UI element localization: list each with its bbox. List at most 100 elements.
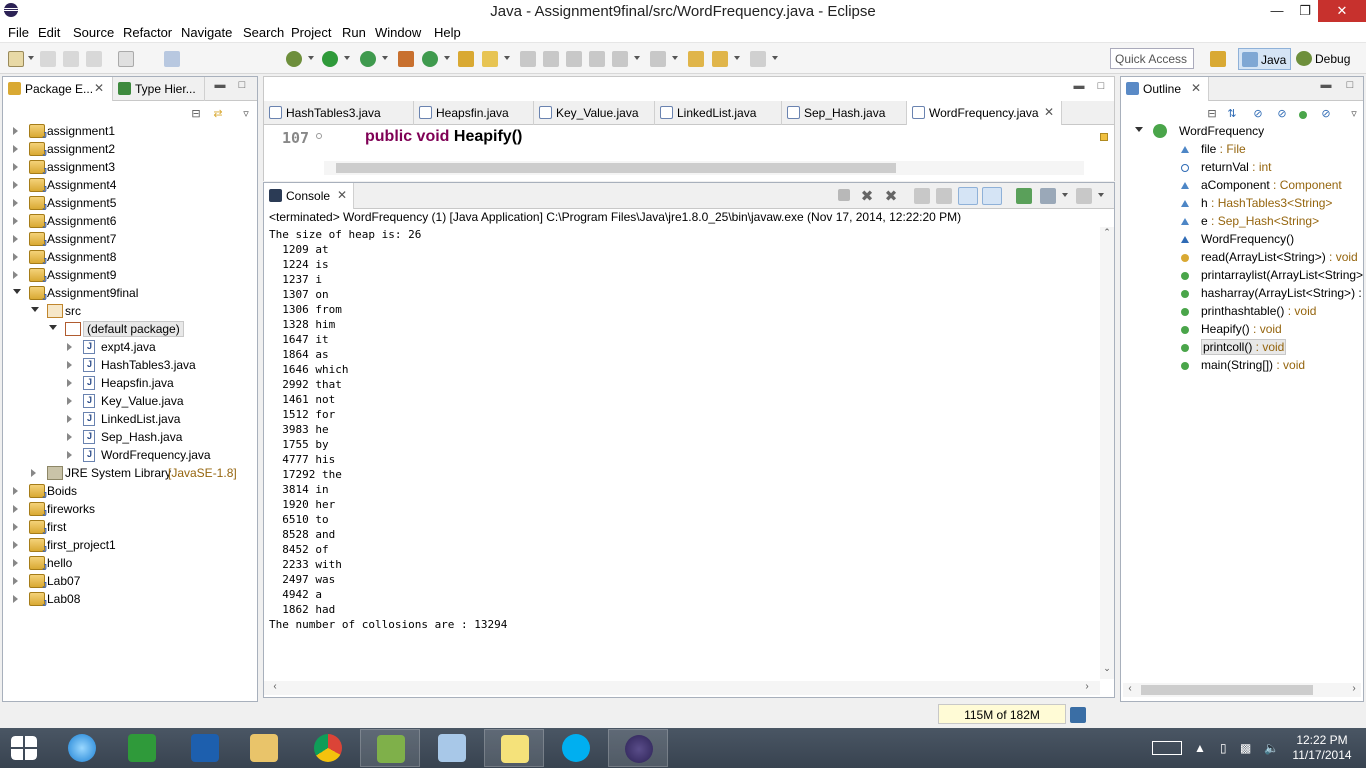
outline-view-menu-icon[interactable]: ▿ bbox=[1347, 107, 1361, 120]
taskbar-notepad[interactable] bbox=[360, 729, 420, 767]
debug-perspective-button[interactable]: Debug bbox=[1293, 48, 1354, 70]
tree-item-wordfrequency-java[interactable]: WordFrequency.java bbox=[3, 447, 257, 465]
sort-icon[interactable]: ⇅ bbox=[1225, 107, 1239, 120]
taskbar-explorer[interactable] bbox=[234, 729, 294, 767]
debug-icon[interactable] bbox=[286, 51, 302, 67]
expanded-arrow-icon[interactable] bbox=[49, 325, 57, 330]
outline-member[interactable]: printhashtable() : void bbox=[1121, 303, 1361, 321]
remove-launch-icon[interactable]: ✖ bbox=[860, 187, 874, 205]
coverage-dropdown-icon[interactable] bbox=[382, 56, 388, 60]
tree-item-first-project1[interactable]: first_project1 bbox=[3, 537, 257, 555]
outline-horizontal-scrollbar[interactable]: ‹ › bbox=[1123, 683, 1361, 697]
close-icon[interactable]: ✕ bbox=[94, 81, 104, 95]
quick-access-field[interactable]: Quick Access bbox=[1110, 48, 1194, 69]
tree-item-hashtables3-java[interactable]: HashTables3.java bbox=[3, 357, 257, 375]
outline-minimize-icon[interactable]: ▬ bbox=[1319, 79, 1333, 91]
garbage-collect-icon[interactable] bbox=[1070, 707, 1086, 723]
editor-minimize-icon[interactable]: ▬ bbox=[1072, 80, 1086, 92]
close-outline-icon[interactable]: ✕ bbox=[1191, 81, 1201, 95]
volume-icon[interactable]: 🔈 bbox=[1264, 741, 1279, 755]
collapsed-arrow-icon[interactable] bbox=[13, 541, 18, 549]
close-console-icon[interactable]: ✕ bbox=[337, 188, 347, 202]
hide-local-types-icon[interactable]: ⊘ bbox=[1319, 107, 1333, 120]
outline-member[interactable]: read(ArrayList<String>) : void bbox=[1121, 249, 1361, 267]
tree-item-expt4-java[interactable]: expt4.java bbox=[3, 339, 257, 357]
menu-help[interactable]: Help bbox=[434, 25, 461, 40]
new-class-dropdown-icon[interactable] bbox=[444, 56, 450, 60]
maximize-view-icon[interactable]: □ bbox=[235, 79, 249, 91]
collapsed-arrow-icon[interactable] bbox=[67, 343, 72, 351]
tab-type-hierarchy[interactable]: Type Hier... bbox=[113, 77, 205, 101]
outline-scroll-left-icon[interactable]: ‹ bbox=[1123, 683, 1137, 695]
tree-item-key-value-java[interactable]: Key_Value.java bbox=[3, 393, 257, 411]
annotation-icon[interactable] bbox=[520, 51, 536, 67]
collapsed-arrow-icon[interactable] bbox=[67, 433, 72, 441]
search-dropdown-icon[interactable] bbox=[504, 56, 510, 60]
tree-item-assignment3[interactable]: assignment3 bbox=[3, 159, 257, 177]
display-selected-console-icon[interactable] bbox=[1040, 188, 1056, 204]
tree-item-assignment1[interactable]: assignment1 bbox=[3, 123, 257, 141]
save-icon[interactable] bbox=[40, 51, 56, 67]
show-hidden-icons-icon[interactable]: ▲ bbox=[1194, 741, 1206, 755]
block-selection-icon[interactable] bbox=[566, 51, 582, 67]
outline-member[interactable]: WordFrequency() bbox=[1121, 231, 1361, 249]
tab-outline[interactable]: Outline ✕ bbox=[1121, 77, 1209, 101]
editor-area[interactable]: 107 public void Heapify() bbox=[264, 125, 1114, 181]
scroll-right-icon[interactable]: › bbox=[1080, 681, 1094, 693]
editor-tab-sep-hash-java[interactable]: Sep_Hash.java bbox=[782, 101, 907, 125]
tree-item-assignment5[interactable]: Assignment5 bbox=[3, 195, 257, 213]
hide-static-icon[interactable]: ⊘ bbox=[1275, 107, 1289, 120]
editor-scroll-thumb[interactable] bbox=[336, 163, 896, 173]
collapsed-arrow-icon[interactable] bbox=[13, 487, 18, 495]
scroll-down-icon[interactable]: ⌄ bbox=[1100, 663, 1114, 675]
tree-item-assignment6[interactable]: Assignment6 bbox=[3, 213, 257, 231]
forward-icon[interactable] bbox=[750, 51, 766, 67]
collapsed-arrow-icon[interactable] bbox=[13, 145, 18, 153]
link-with-editor-icon[interactable]: ⇄ bbox=[211, 107, 225, 120]
tree-item-sep-hash-java[interactable]: Sep_Hash.java bbox=[3, 429, 257, 447]
collapsed-arrow-icon[interactable] bbox=[13, 127, 18, 135]
tree-item-assignment2[interactable]: assignment2 bbox=[3, 141, 257, 159]
tree-item-assignment7[interactable]: Assignment7 bbox=[3, 231, 257, 249]
new-java-project-icon[interactable] bbox=[422, 51, 438, 67]
tab-package-explorer[interactable]: Package E... ✕ bbox=[3, 77, 113, 101]
outline-member[interactable]: main(String[]) : void bbox=[1121, 357, 1361, 375]
scroll-lock-icon[interactable] bbox=[936, 188, 952, 204]
print-icon[interactable] bbox=[86, 51, 102, 67]
taskbar-chrome[interactable] bbox=[298, 729, 358, 767]
tree-item-linkedlist-java[interactable]: LinkedList.java bbox=[3, 411, 257, 429]
menu-window[interactable]: Window bbox=[375, 25, 421, 40]
next-annotation-dropdown-icon[interactable] bbox=[634, 56, 640, 60]
save-all-icon[interactable] bbox=[63, 51, 79, 67]
collapsed-arrow-icon[interactable] bbox=[67, 361, 72, 369]
open-console-dropdown-icon[interactable] bbox=[1098, 193, 1104, 197]
menu-source[interactable]: Source bbox=[73, 25, 114, 40]
run-icon[interactable] bbox=[322, 51, 338, 67]
tree-item-lab08[interactable]: Lab08 bbox=[3, 591, 257, 609]
taskbar-app[interactable] bbox=[422, 729, 482, 767]
editor-tab-wordfrequency-java[interactable]: WordFrequency.java ✕ bbox=[907, 101, 1062, 125]
tree-item-assignment4[interactable]: Assignment4 bbox=[3, 177, 257, 195]
outline-scroll-thumb[interactable] bbox=[1141, 685, 1313, 695]
tree-item-assignment9final[interactable]: Assignment9final bbox=[3, 285, 257, 303]
coverage-icon[interactable] bbox=[360, 51, 376, 67]
outline-member[interactable]: printcoll() : void bbox=[1121, 339, 1361, 357]
keyboard-icon[interactable] bbox=[1152, 741, 1182, 755]
collapse-all-outline-icon[interactable]: ⊟ bbox=[1205, 107, 1219, 120]
outline-member[interactable]: aComponent : Component bbox=[1121, 177, 1361, 195]
previous-annotation-dropdown-icon[interactable] bbox=[672, 56, 678, 60]
network-icon[interactable]: ▩ bbox=[1240, 741, 1251, 755]
tab-console[interactable]: Console ✕ bbox=[264, 183, 354, 209]
tree-item-first[interactable]: first bbox=[3, 519, 257, 537]
editor-tab-heapsfin-java[interactable]: Heapsfin.java bbox=[414, 101, 534, 125]
collapsed-arrow-icon[interactable] bbox=[13, 181, 18, 189]
back-icon[interactable] bbox=[712, 51, 728, 67]
tree-item-hello[interactable]: hello bbox=[3, 555, 257, 573]
minimize-view-icon[interactable]: ▬ bbox=[213, 79, 227, 91]
collapsed-arrow-icon[interactable] bbox=[13, 271, 18, 279]
outline-member[interactable]: Heapify() : void bbox=[1121, 321, 1361, 339]
collapsed-arrow-icon[interactable] bbox=[13, 199, 18, 207]
open-type-icon[interactable] bbox=[458, 51, 474, 67]
collapsed-arrow-icon[interactable] bbox=[67, 379, 72, 387]
scroll-up-icon[interactable]: ⌃ bbox=[1100, 227, 1114, 239]
